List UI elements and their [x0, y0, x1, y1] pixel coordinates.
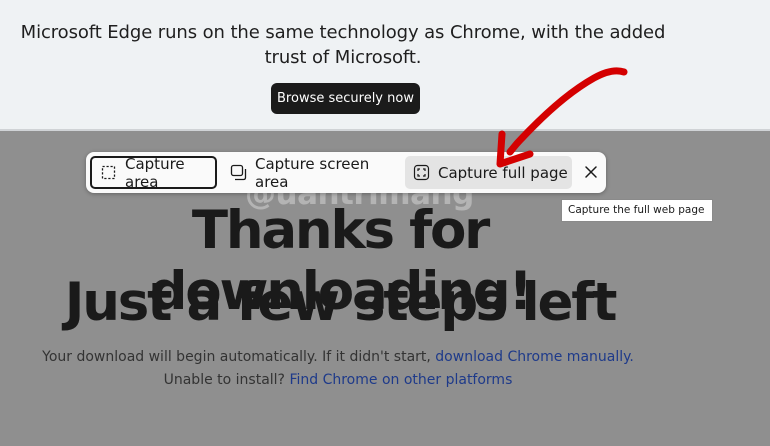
capture-full-page-icon — [413, 164, 430, 181]
capture-area-icon — [101, 165, 116, 180]
edge-promo-banner: Microsoft Edge runs on the same technolo… — [0, 0, 770, 131]
red-arrow-annotation — [496, 67, 628, 168]
browse-securely-button[interactable]: Browse securely now — [271, 83, 420, 114]
download-manually-link[interactable]: download Chrome manually. — [435, 349, 634, 365]
capture-full-page-tooltip: Capture the full web page — [561, 199, 713, 222]
download-status-label: Your download will begin automatically. … — [42, 349, 436, 365]
capture-area-button[interactable]: Capture area — [90, 154, 217, 191]
capture-screen-area-button[interactable]: Capture screen area — [222, 154, 398, 191]
capture-screen-area-icon — [230, 164, 247, 181]
other-platforms-link[interactable]: Find Chrome on other platforms — [289, 372, 512, 388]
headline-steps-left: Just a few steps left — [64, 272, 618, 333]
install-help-label: Unable to install? — [163, 372, 290, 388]
download-status-text: Your download will begin automatically. … — [0, 349, 676, 365]
banner-text-line1: Microsoft Edge runs on the same technolo… — [20, 22, 666, 43]
banner-text: Microsoft Edge runs on the same technolo… — [0, 20, 686, 70]
capture-area-label: Capture area — [125, 154, 185, 191]
capture-screen-area-label: Capture screen area — [255, 154, 370, 191]
install-help-text: Unable to install? Find Chrome on other … — [0, 372, 676, 388]
